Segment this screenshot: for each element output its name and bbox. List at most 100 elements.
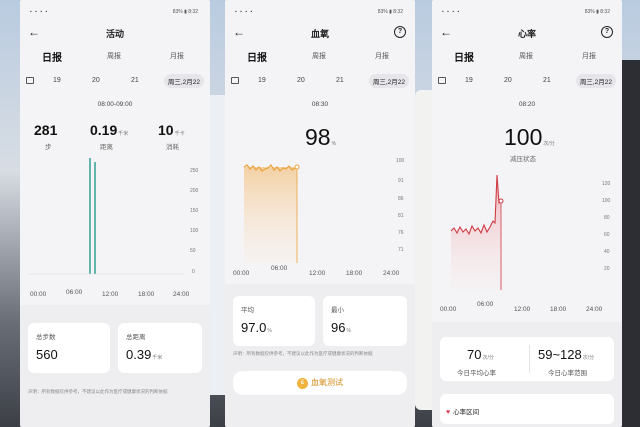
y-tick: 86 — [398, 196, 404, 202]
card-value: 560 — [36, 347, 58, 362]
y-tick: 120 — [602, 181, 611, 187]
disclaimer: 声明：所有数据仅供参考，不建议以此作为医疗或健康状况的判断依据 — [28, 389, 168, 394]
tab-weekly[interactable]: 周报 — [519, 51, 533, 61]
section-label: 心率区间 — [453, 409, 480, 416]
disclaimer: 声明：所有数据仅供参考，不建议以此作为医疗或健康状况的判断依据 — [233, 351, 373, 356]
date-item[interactable]: 20 — [92, 77, 100, 84]
date-item[interactable]: 20 — [504, 77, 512, 84]
spo2-chart — [243, 164, 300, 263]
spo2-area — [244, 167, 297, 263]
tab-weekly[interactable]: 周报 — [107, 51, 121, 61]
tab-daily[interactable]: 日报 — [454, 49, 474, 64]
status-icons: ▪ ▪ ▪ ▪ — [30, 9, 49, 15]
total-distance-card[interactable]: 总距离 0.39千米 — [118, 323, 202, 373]
average-label: 今日平均心率 — [457, 370, 496, 377]
y-tick: 71 — [398, 247, 404, 253]
help-icon[interactable]: ? — [394, 26, 406, 38]
time-label: 08:20 — [518, 101, 536, 108]
report-tabs: 日报 周报 月报 — [225, 51, 415, 65]
total-steps-card[interactable]: 总步数 560 — [28, 323, 110, 373]
card-title: 总距离 — [126, 334, 146, 341]
y-tick: 0 — [192, 269, 195, 275]
calendar-icon[interactable] — [438, 77, 446, 84]
status-battery-time: 83% ▮ 8:32 — [172, 9, 198, 15]
x-tick: 12:00 — [514, 306, 531, 313]
nav-bar: ← 血氧 ? — [225, 25, 415, 41]
y-tick: 200 — [190, 188, 199, 194]
distance-value: 0.19千米 — [90, 122, 128, 138]
y-tick: 80 — [604, 215, 610, 221]
status-icons: ▪ ▪ ▪ ▪ — [235, 9, 254, 15]
page-title: 血氧 — [310, 29, 329, 39]
report-tabs: 日报 周报 月报 — [20, 51, 210, 65]
card-number: 0.39 — [126, 347, 152, 362]
y-tick: 40 — [604, 249, 610, 255]
calories-unit: 千卡 — [174, 131, 185, 137]
date-item[interactable]: 21 — [131, 77, 139, 84]
status-battery-time: 83% ▮ 8:32 — [377, 9, 403, 15]
spo2-screen: ▪ ▪ ▪ ▪ 83% ▮ 8:32 ← 血氧 ? 日报 周报 月报 19 20… — [225, 0, 415, 427]
x-tick: 24:00 — [383, 270, 400, 277]
date-item[interactable]: 19 — [465, 77, 473, 84]
x-tick: 06:00 — [271, 265, 288, 272]
date-item[interactable]: 21 — [336, 77, 344, 84]
time-range: 08:00-09:00 — [97, 101, 133, 108]
y-tick: 250 — [190, 168, 199, 174]
heart-rate-area — [451, 175, 501, 290]
distance-unit: 千米 — [118, 131, 129, 137]
heart-rate-unit: 次/分 — [543, 141, 555, 147]
y-tick: 150 — [190, 208, 199, 214]
selected-date[interactable]: 周三,2月22 — [368, 74, 409, 88]
tab-weekly[interactable]: 周报 — [312, 51, 326, 61]
x-tick: 06:00 — [66, 289, 83, 296]
date-item[interactable]: 19 — [258, 77, 266, 84]
card-title: 总步数 — [36, 334, 56, 341]
range-unit: 次/分 — [582, 355, 595, 361]
x-tick: 00:00 — [30, 291, 47, 298]
average-card[interactable]: 平均 97.0% — [233, 296, 315, 346]
y-tick: 100 — [396, 158, 405, 164]
help-icon[interactable]: ? — [601, 26, 613, 38]
y-tick: 50 — [190, 248, 196, 254]
heart-rate-summary-card[interactable]: 70次/分 今日平均心率 59~128次/分 今日心率范围 — [440, 337, 614, 381]
tab-monthly[interactable]: 月报 — [375, 51, 389, 61]
card-number: 97.0 — [241, 320, 267, 335]
spo2-test-icon: ₤ — [297, 377, 308, 389]
button-label: 血氧测试 — [311, 378, 343, 387]
date-item[interactable]: 21 — [543, 77, 551, 84]
status-battery-time: 83% ▮ 8:32 — [584, 9, 610, 15]
date-item[interactable]: 19 — [53, 77, 61, 84]
y-tick: 60 — [604, 232, 610, 238]
spo2-number: 98 — [305, 124, 331, 150]
heart-icon: ♥ — [446, 409, 451, 416]
heart-rate-zone-card[interactable]: ♥ 心率区间 — [440, 394, 614, 424]
date-strip: 19 20 21 周三,2月22 — [225, 74, 415, 88]
date-item[interactable]: 20 — [297, 77, 305, 84]
distance-number: 0.19 — [90, 122, 118, 138]
range-label: 今日心率范围 — [548, 370, 587, 377]
calories-value: 10千卡 — [158, 122, 185, 138]
spo2-unit: % — [331, 141, 337, 147]
average-unit: 次/分 — [482, 355, 494, 361]
tab-daily[interactable]: 日报 — [247, 49, 267, 64]
tab-monthly[interactable]: 月报 — [170, 51, 184, 61]
calendar-icon[interactable] — [231, 77, 239, 84]
heart-rate-screen: ▪ ▪ ▪ ▪ 83% ▮ 8:32 ← 心率 ? 日报 周报 月报 19 20… — [432, 0, 622, 427]
time-label: 08:30 — [311, 101, 329, 108]
card-unit: % — [346, 328, 351, 334]
minimum-card[interactable]: 最小 96% — [323, 296, 407, 346]
heart-rate-range: 59~128次/分 — [538, 347, 594, 362]
tab-daily[interactable]: 日报 — [42, 49, 62, 64]
x-tick: 12:00 — [102, 291, 119, 298]
calendar-icon[interactable] — [26, 77, 34, 84]
nav-bar: ← 心率 ? — [432, 25, 622, 41]
status-icons: ▪ ▪ ▪ ▪ — [442, 9, 461, 15]
spo2-test-button[interactable]: ₤ 血氧测试 — [233, 371, 407, 395]
range-number: 59~128 — [538, 347, 582, 362]
tab-monthly[interactable]: 月报 — [582, 51, 596, 61]
status-bar: ▪ ▪ ▪ ▪ 83% ▮ 8:32 — [432, 9, 622, 19]
y-tick: 20 — [604, 266, 610, 272]
selected-date[interactable]: 周三,2月22 — [163, 74, 204, 88]
x-tick: 00:00 — [233, 270, 250, 277]
selected-date[interactable]: 周三,2月22 — [575, 74, 616, 88]
